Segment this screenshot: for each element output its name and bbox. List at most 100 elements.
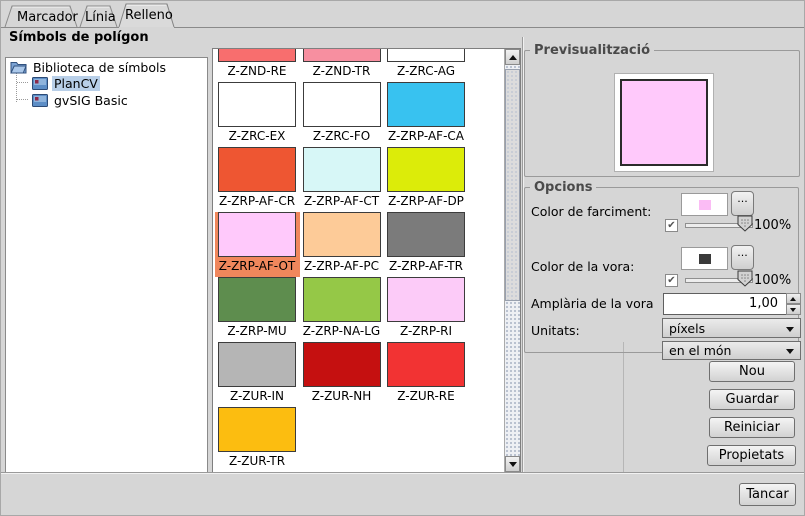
tree-connector-hline2 xyxy=(17,99,28,100)
border-opacity-value: 100% xyxy=(754,273,791,288)
palette-item[interactable]: Z-ZUR-IN xyxy=(215,342,300,407)
guardar-button[interactable]: Guardar xyxy=(709,389,795,410)
swatch-label: Z-ZRP-AF-TR xyxy=(384,259,468,273)
swatch-grid: Z-ZND-REZ-ZND-TRZ-ZRC-AG Z-ZRC-EXZ-ZRC-FO… xyxy=(215,49,469,472)
scroll-thumb[interactable] xyxy=(505,69,520,301)
fill-color-label: Color de farciment: xyxy=(531,204,651,219)
border-opacity-thumb[interactable] xyxy=(737,270,753,287)
options-groupbox: Opcions Color de farciment: ... ✔ 100% C… xyxy=(524,187,799,353)
swatch-color xyxy=(303,82,381,127)
swatch-label: Z-ZRC-AG xyxy=(384,64,468,78)
palette-item[interactable]: Z-ZRP-AF-TR xyxy=(384,212,469,277)
palette-item[interactable]: Z-ZRC-AG xyxy=(384,49,469,82)
palette-item[interactable]: Z-ZRP-AF-OT xyxy=(215,212,300,277)
palette-item[interactable]: Z-ZRP-AF-CT xyxy=(300,147,385,212)
swatch-label: Z-ZRC-FO xyxy=(300,129,384,143)
palette-item[interactable]: Z-ZRP-AF-DP xyxy=(384,147,469,212)
propietats-button[interactable]: Propietats xyxy=(707,445,796,466)
palette-item[interactable]: Z-ZRP-AF-CA xyxy=(384,82,469,147)
palette-item[interactable]: Z-ZRC-EX xyxy=(215,82,300,147)
border-opacity-checkbox[interactable]: ✔ xyxy=(665,274,678,287)
swatch-color xyxy=(218,82,296,127)
tree-item-gvsig-basic[interactable]: gvSIG Basic xyxy=(32,93,130,109)
fill-ellipsis-button[interactable]: ... xyxy=(731,191,754,216)
scroll-down-button[interactable] xyxy=(505,456,520,472)
palette-item[interactable]: Z-ZRP-RI xyxy=(384,277,469,342)
swatch-label: Z-ZRP-AF-OT xyxy=(215,259,299,273)
fill-opacity-checkbox[interactable]: ✔ xyxy=(665,219,678,232)
palette-item[interactable]: Z-ZRP-MU xyxy=(215,277,300,342)
buttons-panel-line xyxy=(623,342,624,472)
swatch-color xyxy=(303,49,381,62)
swatch-color xyxy=(387,277,465,322)
palette-item[interactable]: Z-ZUR-NH xyxy=(300,342,385,407)
border-width-label: Amplària de la vora xyxy=(531,296,654,311)
swatch-panel: Z-ZND-REZ-ZND-TRZ-ZRC-AG Z-ZRC-EXZ-ZRC-FO… xyxy=(212,48,521,473)
symbol-library-icon xyxy=(32,77,48,90)
fill-opacity-thumb[interactable] xyxy=(737,215,753,232)
swatch-label: Z-ZRC-EX xyxy=(215,129,299,143)
tancar-button[interactable]: Tancar xyxy=(739,483,796,506)
reference-combobox-value: en el món xyxy=(669,343,731,358)
palette-item[interactable]: Z-ZRP-AF-CR xyxy=(215,147,300,212)
swatch-scrollbar[interactable] xyxy=(504,49,520,472)
units-combobox-value: píxels xyxy=(669,321,705,336)
units-combobox[interactable]: píxels xyxy=(662,318,801,338)
palette-item[interactable]: Z-ZUR-RE xyxy=(384,342,469,407)
swatch-color xyxy=(303,277,381,322)
border-ellipsis-button[interactable]: ... xyxy=(731,245,754,270)
folder-open-icon xyxy=(10,60,27,74)
swatch-color xyxy=(387,147,465,192)
palette-item[interactable]: Z-ZRC-FO xyxy=(300,82,385,147)
preview-groupbox-title: Previsualització xyxy=(530,43,654,58)
swatch-label: Z-ZND-RE xyxy=(215,64,299,78)
swatch-color xyxy=(303,212,381,257)
tab-marcador[interactable]: Marcador xyxy=(17,10,78,25)
tab-linia[interactable]: Línia xyxy=(85,10,116,25)
palette-item[interactable]: Z-ZRP-NA-LG xyxy=(300,277,385,342)
symbol-tree-panel: Biblioteca de símbols PlanCV gvSIG Basic xyxy=(5,57,208,473)
fill-color-well[interactable] xyxy=(681,193,728,216)
palette-item[interactable]: Z-ZND-TR xyxy=(300,49,385,82)
border-width-input[interactable]: 1,00 xyxy=(663,293,787,315)
palette-item[interactable]: Z-ZUR-TR xyxy=(215,407,300,472)
spinner-down-button[interactable] xyxy=(786,304,801,315)
swatch-label: Z-ZRP-AF-PC xyxy=(300,259,384,273)
swatch-color xyxy=(218,407,296,452)
tab-relleno[interactable]: Relleno xyxy=(125,8,173,23)
nou-button[interactable]: Nou xyxy=(709,361,795,382)
swatch-label: Z-ZUR-IN xyxy=(215,389,299,403)
spinner-up-button[interactable] xyxy=(786,293,801,304)
split-line xyxy=(522,37,523,472)
tree-connector-hline1 xyxy=(17,82,28,83)
page-title: Símbols de polígon xyxy=(9,30,149,45)
symbol-selector-dialog: Marcador Línia Relleno Símbols de polígo… xyxy=(0,0,805,516)
swatch-label: Z-ZRP-AF-CT xyxy=(300,194,384,208)
scroll-up-button[interactable] xyxy=(505,49,520,65)
swatch-label: Z-ZRP-AF-CR xyxy=(215,194,299,208)
arrow-up-icon xyxy=(509,55,517,60)
chevron-down-icon xyxy=(786,327,794,332)
arrow-down-icon xyxy=(790,308,796,312)
palette-item[interactable]: Z-ZND-RE xyxy=(215,49,300,82)
tree-item-plancv[interactable]: PlanCV xyxy=(32,76,100,92)
swatch-color xyxy=(218,277,296,322)
swatch-color xyxy=(218,342,296,387)
fill-color-chip xyxy=(699,200,711,210)
units-label: Unitats: xyxy=(531,323,580,338)
palette-item[interactable]: Z-ZRP-AF-PC xyxy=(300,212,385,277)
tree-root-row[interactable]: Biblioteca de símbols xyxy=(10,60,168,76)
swatch-label: Z-ZRP-AF-DP xyxy=(384,194,468,208)
arrow-up-icon xyxy=(790,297,796,301)
reiniciar-button[interactable]: Reiniciar xyxy=(709,417,795,438)
border-color-well[interactable] xyxy=(681,247,728,270)
reference-combobox[interactable]: en el món xyxy=(662,341,801,360)
swatch-label: Z-ZRP-RI xyxy=(384,324,468,338)
bottom-divider xyxy=(1,472,805,473)
swatch-label: Z-ZUR-NH xyxy=(300,389,384,403)
swatch-color xyxy=(387,212,465,257)
swatch-label: Z-ZUR-RE xyxy=(384,389,468,403)
swatch-color xyxy=(387,342,465,387)
swatch-label: Z-ZUR-TR xyxy=(215,454,299,468)
swatch-color xyxy=(218,212,296,257)
